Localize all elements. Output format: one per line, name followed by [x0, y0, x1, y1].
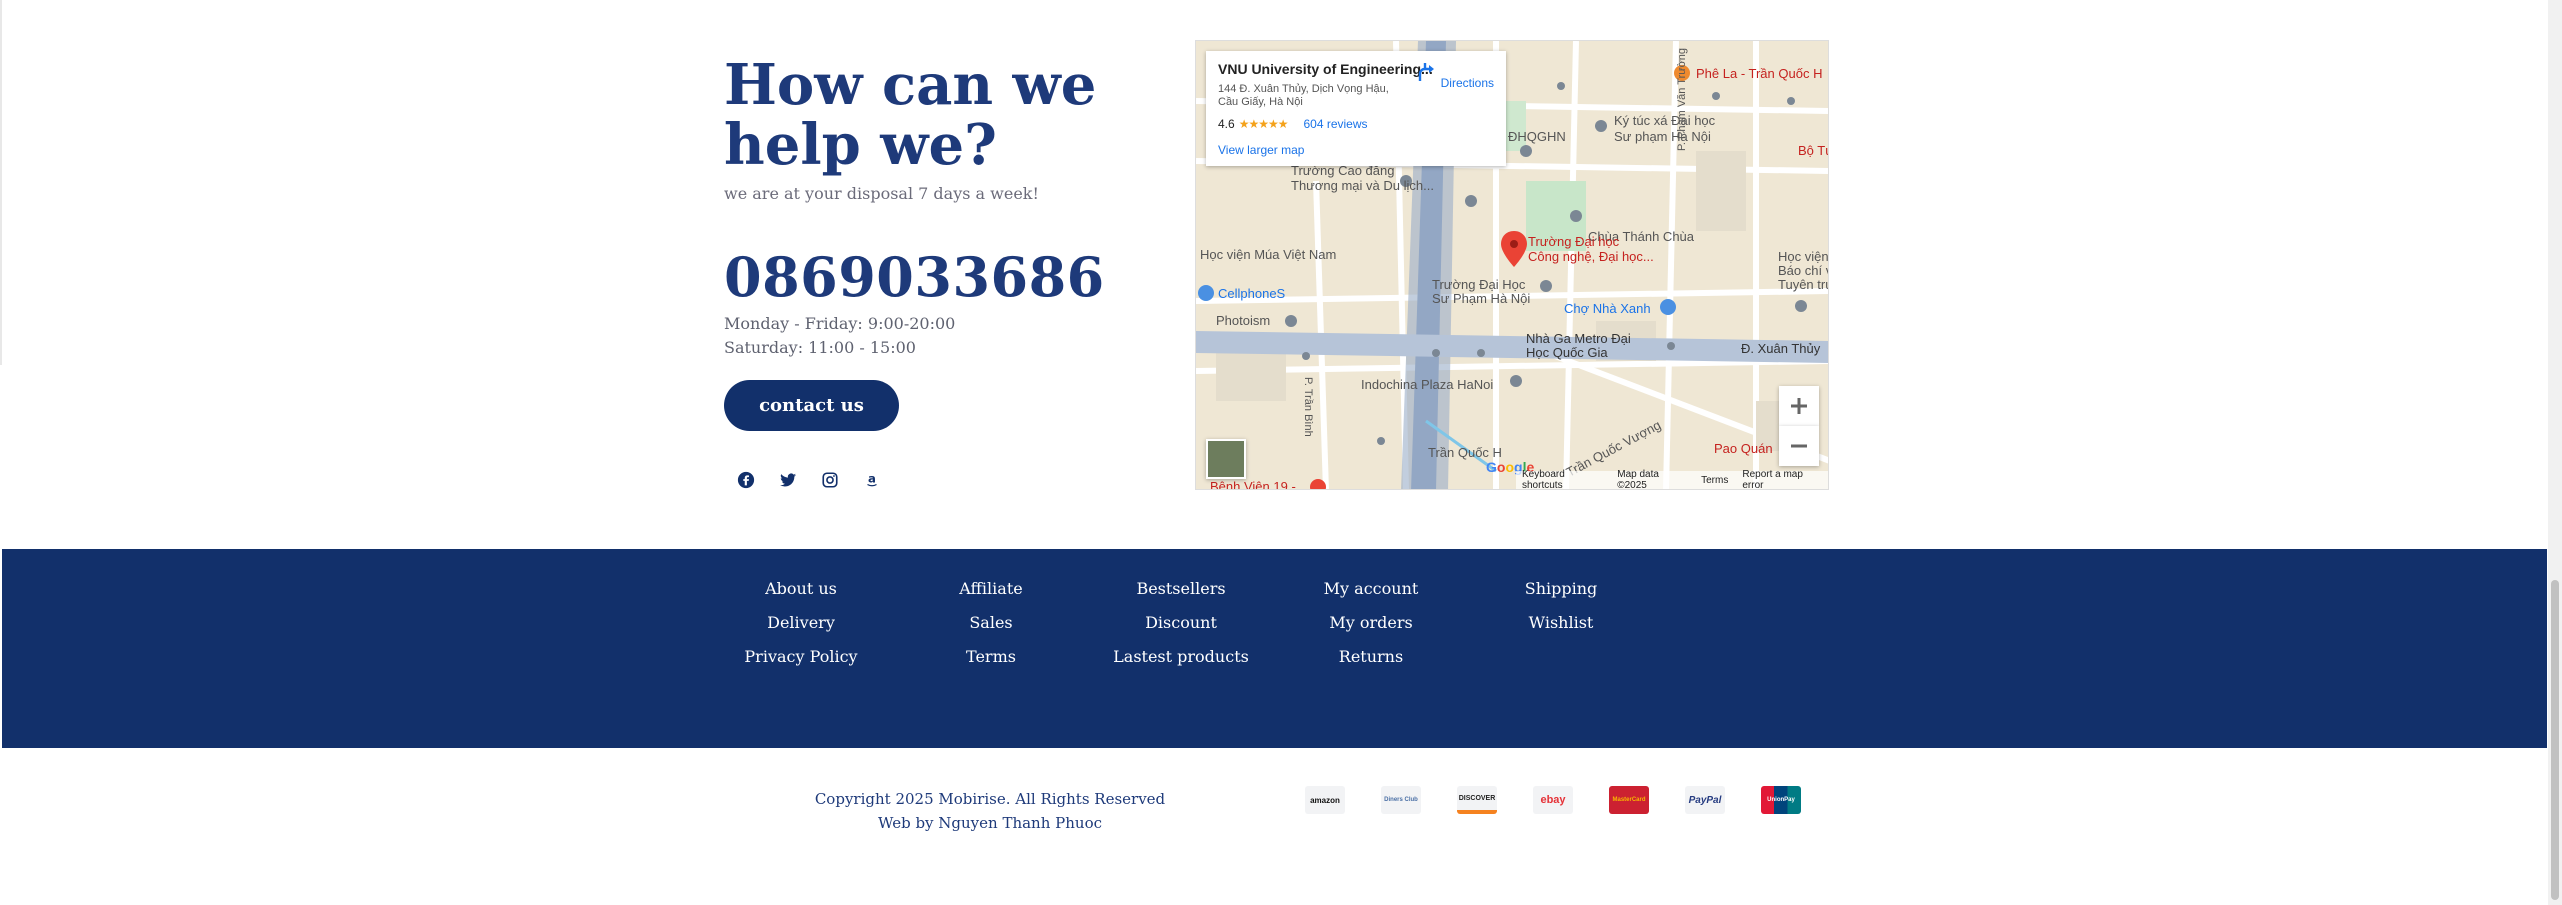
zoom-in-button[interactable] [1779, 386, 1819, 426]
footer-column-2: Affiliate Sales Terms [898, 579, 1084, 667]
directions-icon [1419, 63, 1435, 81]
map-label-pho-la: Phê La - Trần Quốc H [1696, 66, 1823, 81]
footer-link-wishlist[interactable]: Wishlist [1468, 613, 1654, 633]
map-label-p-phao-van-truong: P. Phạm Văn Trường [1676, 47, 1688, 151]
map-label-cao-dang-2: Thương mại và Du lịch... [1291, 178, 1434, 193]
minus-icon [1791, 444, 1807, 448]
map-label-xuan-thuy: Đ. Xuân Thủy [1741, 341, 1821, 356]
map-label-tran-quoc: Trần Quốc H [1428, 445, 1502, 460]
map-label-cong-nghe: Công nghệ, Đại học... [1528, 249, 1654, 264]
map-label-p-tran-binh: P. Trần Bình [1302, 377, 1314, 437]
diners-club-icon: Diners Club [1381, 786, 1421, 814]
footer-link-discount[interactable]: Discount [1088, 613, 1274, 633]
footer-column-5: Shipping Wishlist [1468, 579, 1654, 633]
contact-subtitle: we are at your disposal 7 days a week! [724, 184, 1039, 203]
footer-link-affiliate[interactable]: Affiliate [898, 579, 1084, 599]
credit-text: Web by Nguyen Thanh Phuoc [878, 814, 1102, 832]
map-label-dhsp: Trường Đại Học [1432, 277, 1526, 292]
mastercard-icon: MasterCard [1609, 786, 1649, 814]
footer-column-3: Bestsellers Discount Lastest products [1088, 579, 1274, 667]
ebay-icon: ebay [1533, 786, 1573, 814]
map-terms-link[interactable]: Terms [1701, 475, 1728, 486]
facebook-icon[interactable] [736, 470, 756, 490]
report-map-error-link[interactable]: Report a map error [1742, 469, 1822, 489]
instagram-icon[interactable] [820, 470, 840, 490]
plus-icon [1791, 398, 1807, 414]
keyboard-shortcuts-link[interactable]: Keyboard shortcuts [1522, 469, 1603, 489]
unionpay-icon: UnionPay [1761, 786, 1801, 814]
map-place-card: VNU University of Engineering... 144 Đ. … [1206, 51, 1506, 166]
phone-number[interactable]: 0869033686 [724, 245, 1105, 309]
hours-saturday: Saturday: 11:00 - 15:00 [724, 338, 916, 357]
satellite-layer-toggle[interactable] [1206, 439, 1246, 479]
map-attribution-bar: Keyboard shortcuts Map data ©2025 Terms … [1516, 469, 1828, 490]
contact-heading: How can we help we? [724, 52, 1097, 178]
map-label-hoc-vien-mua: Học viện Múa Việt Nam [1200, 247, 1337, 262]
footer-links-band: About us Delivery Privacy Policy Affilia… [2, 549, 2547, 748]
page-scrollbar[interactable] [2548, 0, 2562, 905]
payment-methods: amazon Diners Club DISCOVER ebay MasterC… [1305, 786, 1801, 814]
map-label-dhsp-2: Sư Phạm Hà Nội [1432, 291, 1531, 306]
footer-link-returns[interactable]: Returns [1278, 647, 1464, 667]
directions-label: Directions [1440, 76, 1494, 90]
amazon-icon[interactable]: a [862, 470, 882, 490]
footer-column-4: My account My orders Returns [1278, 579, 1464, 667]
map-label-indochina: Indochina Plaza HaNoi [1361, 377, 1494, 392]
footer-link-sales[interactable]: Sales [898, 613, 1084, 633]
paypal-icon: PayPal [1685, 786, 1725, 814]
google-map[interactable]: Phê La - Trần Quốc H Ký túc xá Đại học S… [1195, 40, 1829, 490]
map-label-photoism: Photoism [1216, 313, 1271, 328]
map-label-pao-quan: Pao Quán [1714, 441, 1773, 456]
place-rating-row: 4.6 ★★★★★ 604 reviews [1218, 117, 1494, 131]
map-label-dhqghn: ĐHQGHN [1508, 129, 1566, 144]
footer-link-bestsellers[interactable]: Bestsellers [1088, 579, 1274, 599]
copyright-text: Copyright 2025 Mobirise. All Rights Rese… [814, 790, 1166, 808]
map-label-ky-tuc-xa: Ký túc xá Đại học [1614, 113, 1716, 128]
view-larger-map-link[interactable]: View larger map [1218, 143, 1494, 157]
footer-column-1: About us Delivery Privacy Policy [708, 579, 894, 667]
place-rating: 4.6 [1218, 117, 1235, 131]
footer-link-terms[interactable]: Terms [898, 647, 1084, 667]
map-label-truong-dai-hoc: Trường Đại học [1528, 234, 1620, 249]
star-rating-icon: ★★★★★ [1238, 117, 1289, 131]
contact-us-button[interactable]: contact us [724, 380, 899, 431]
page-edge [0, 0, 2, 365]
footer-link-lastest-products[interactable]: Lastest products [1088, 647, 1274, 667]
map-label-bo-tu: Bộ Tư [1798, 143, 1828, 158]
svg-text:a: a [868, 472, 876, 486]
zoom-out-button[interactable] [1779, 426, 1819, 466]
social-links: a [736, 470, 882, 490]
footer-link-shipping[interactable]: Shipping [1468, 579, 1654, 599]
amazon-pay-icon: amazon [1305, 786, 1345, 814]
scrollbar-thumb[interactable] [2551, 580, 2559, 900]
place-address: 144 Đ. Xuân Thủy, Dịch Vọng Hậu, Cầu Giấ… [1218, 83, 1389, 108]
footer-link-delivery[interactable]: Delivery [708, 613, 894, 633]
map-label-metro: Nhà Ga Metro Đại [1526, 331, 1631, 346]
map-data-text: Map data ©2025 [1617, 469, 1659, 490]
map-label-cho-nha-xanh: Chợ Nhà Xanh [1564, 301, 1651, 316]
directions-button[interactable]: Directions [1415, 61, 1494, 90]
footer-link-about-us[interactable]: About us [708, 579, 894, 599]
reviews-link[interactable]: 604 reviews [1303, 117, 1367, 131]
twitter-icon[interactable] [778, 470, 798, 490]
footer-link-my-account[interactable]: My account [1278, 579, 1464, 599]
map-label-hoc-vien-right-3: Tuyên truy [1778, 277, 1828, 292]
map-label-cellphones: CellphoneS [1218, 286, 1286, 301]
map-label-ky-tuc-xa-2: Sư phạm Hà Nội [1614, 129, 1711, 144]
footer-link-my-orders[interactable]: My orders [1278, 613, 1464, 633]
discover-icon: DISCOVER [1457, 786, 1497, 814]
map-label-hoc-vien-right: Học viện [1778, 249, 1829, 264]
hours-weekday: Monday - Friday: 9:00-20:00 [724, 314, 956, 333]
map-label-metro-2: Học Quốc Gia [1526, 345, 1608, 360]
map-label-benh-vien: Bệnh Viện 19 - [1210, 479, 1296, 490]
footer-link-privacy-policy[interactable]: Privacy Policy [708, 647, 894, 667]
map-label-hoc-vien-right-2: Báo chí và [1778, 263, 1828, 278]
